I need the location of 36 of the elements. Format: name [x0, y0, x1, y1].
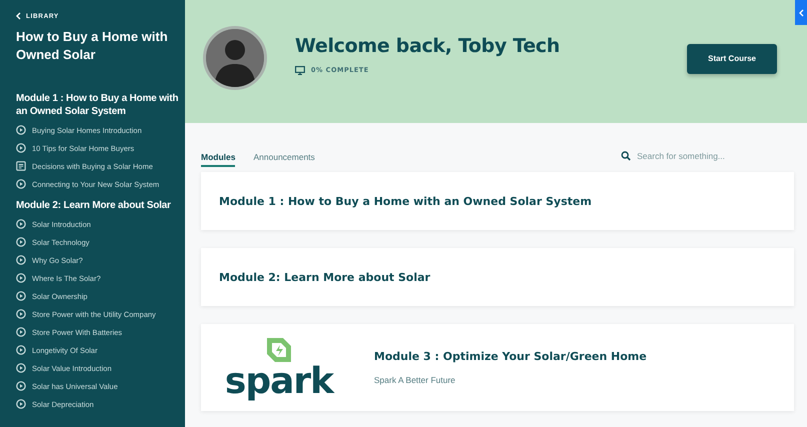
spark-logo: spark [223, 336, 335, 400]
module-card[interactable]: Module 1 : How to Buy a Home with an Owned Solar System [201, 172, 794, 230]
start-course-button[interactable]: Start Course [687, 44, 777, 74]
play-icon [16, 273, 26, 283]
play-icon [16, 399, 26, 409]
search-field[interactable]: Search for something... [637, 151, 747, 161]
play-icon [16, 219, 26, 229]
play-icon [16, 237, 26, 247]
play-icon [16, 179, 26, 189]
module-heading: Module 2: Learn More about Solar [16, 199, 172, 212]
collapse-toggle-button[interactable] [795, 0, 807, 25]
tab[interactable]: Modules [201, 152, 236, 167]
monitor-icon [295, 66, 305, 74]
module-heading: Module 1 : How to Buy a Home with an Owned Solar System [16, 92, 180, 118]
play-icon [16, 143, 26, 153]
play-icon [16, 327, 26, 337]
play-icon [16, 291, 26, 301]
module-title: Module 3 : Optimize Your Solar/Green Home [374, 350, 647, 363]
play-icon [16, 255, 26, 265]
document-icon [16, 161, 26, 171]
course-title: How to Buy a Home with Owned Solar [16, 28, 169, 64]
module-card[interactable]: spark Module 3 : Optimize Your Solar/Green Home Spark A Better Future [201, 324, 794, 411]
module-subtitle: Spark A Better Future [374, 375, 456, 385]
play-icon [16, 363, 26, 373]
play-icon [16, 125, 26, 135]
module-title: Module 2: Learn More about Solar [219, 270, 430, 284]
tab[interactable]: Announcements [253, 152, 315, 167]
chevron-left-icon [798, 8, 804, 16]
play-icon [16, 345, 26, 355]
welcome-heading: Welcome back, Toby Tech [295, 34, 561, 56]
module-card[interactable]: Module 2: Learn More about Solar [201, 248, 794, 306]
play-icon [16, 381, 26, 391]
module-title: Module 1 : How to Buy a Home with an Owned Solar System [219, 194, 592, 208]
search-icon [621, 151, 631, 161]
back-icon [16, 12, 21, 20]
play-icon [16, 309, 26, 319]
